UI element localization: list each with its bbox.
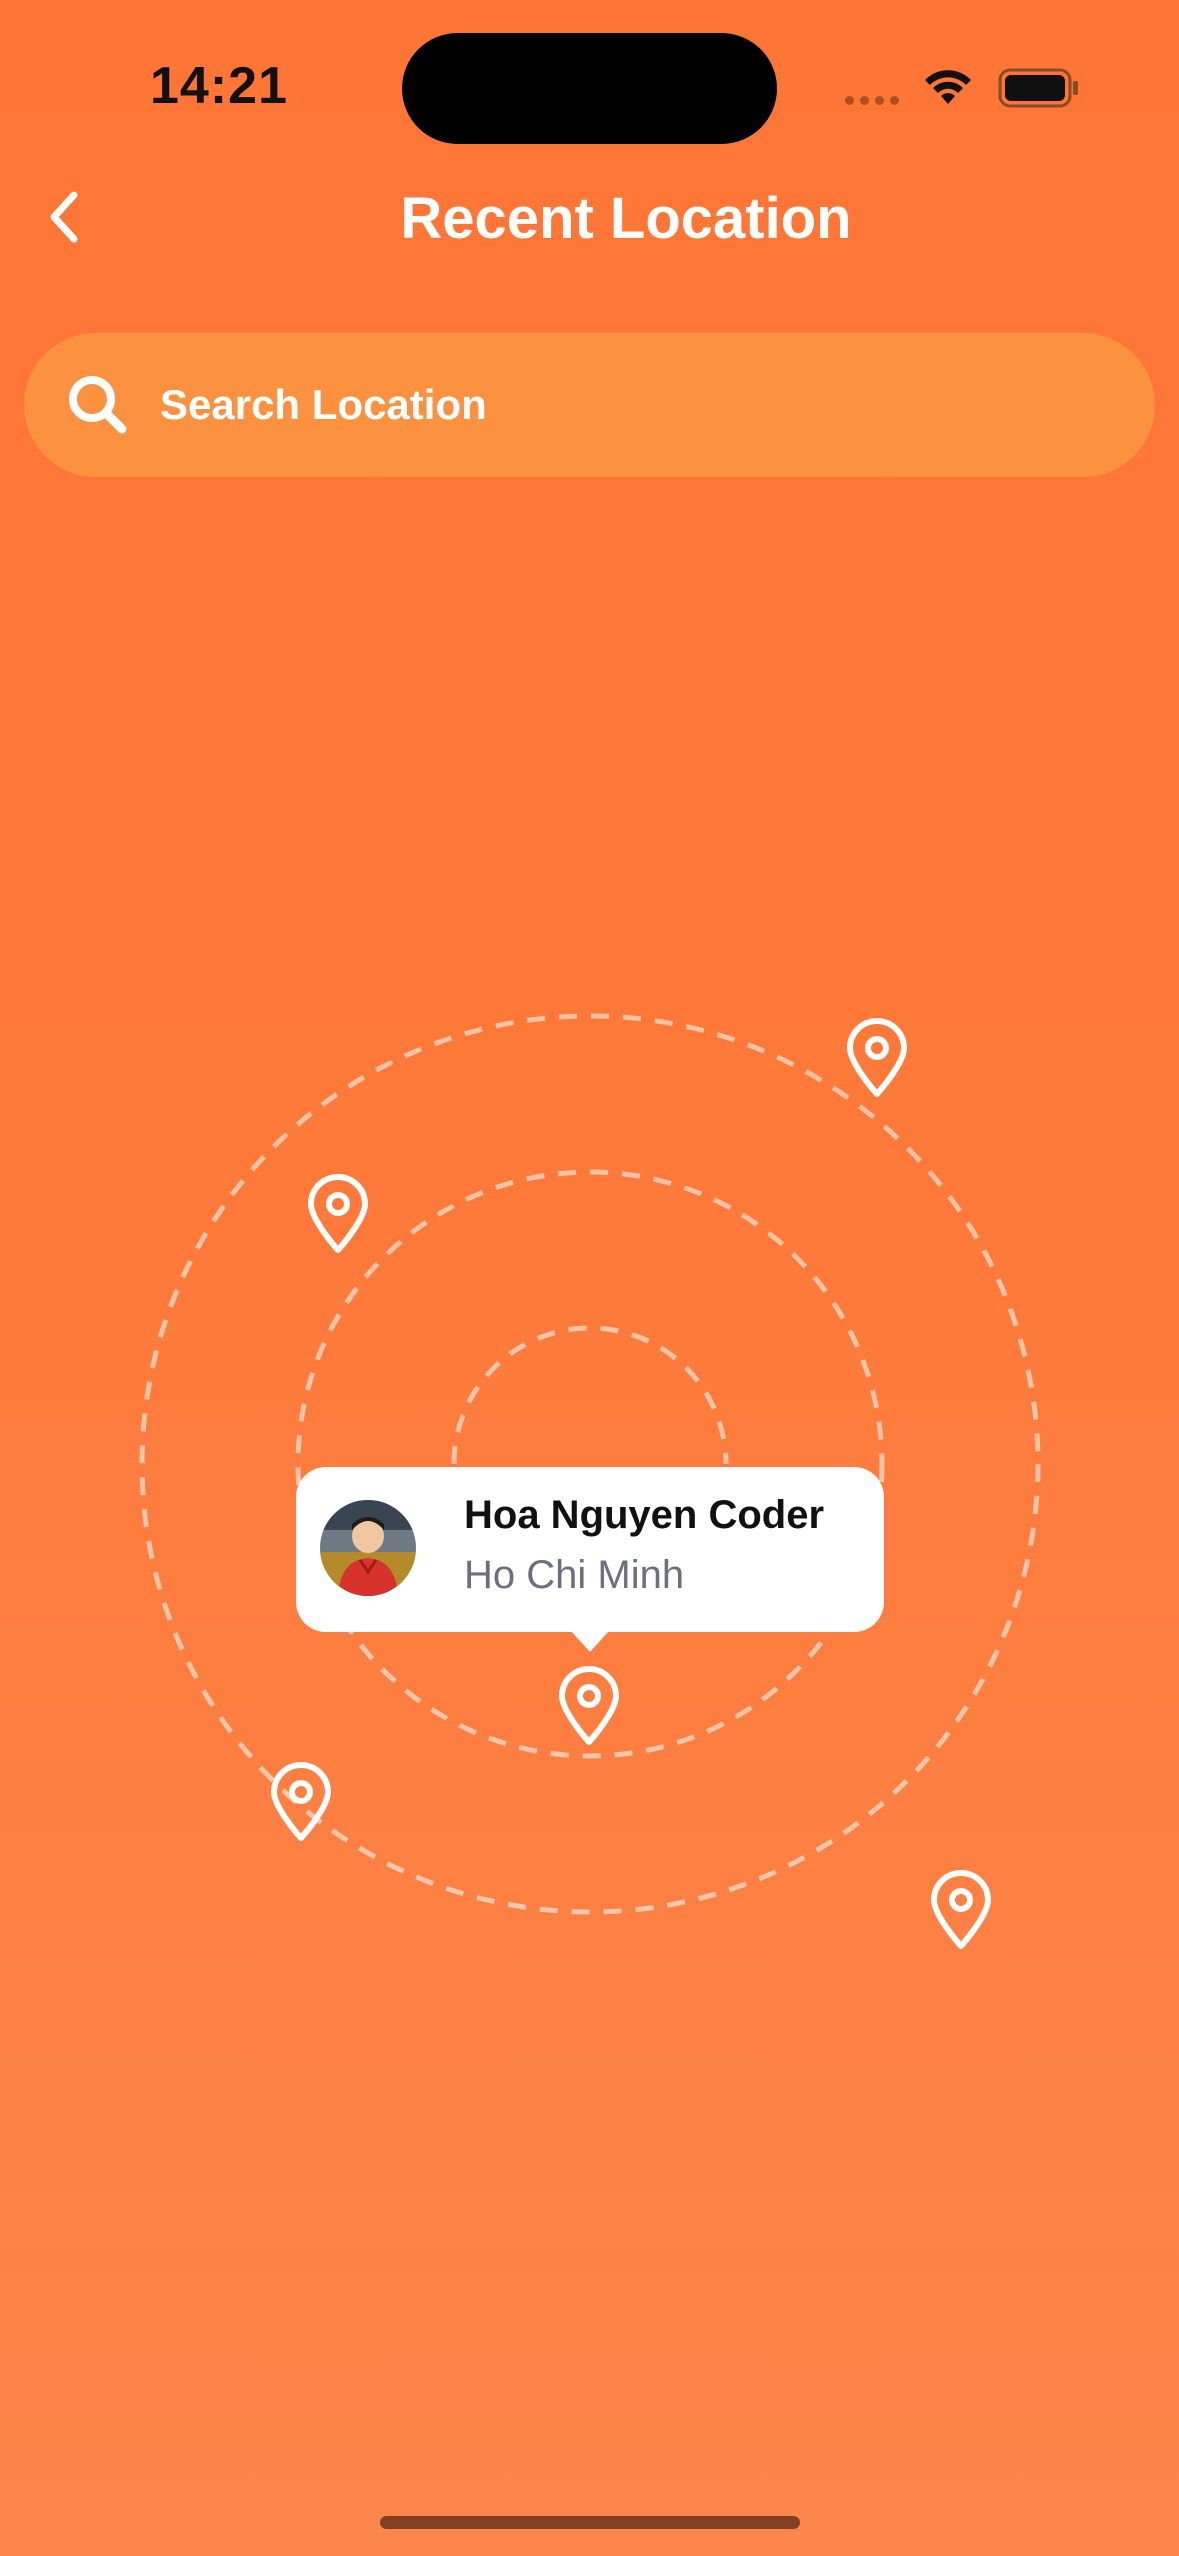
search-input[interactable] [158, 380, 1155, 430]
wifi-icon [922, 66, 974, 111]
page-title: Recent Location [400, 186, 852, 251]
map-pin-2[interactable] [303, 1172, 373, 1256]
map-pin-icon [559, 1666, 619, 1745]
location-callout-card[interactable]: Hoa Nguyen Coder Ho Chi Minh [296, 1467, 884, 1652]
callout-name: Hoa Nguyen Coder [464, 1493, 825, 1537]
map-pin-icon [847, 1018, 907, 1097]
map-pin-1[interactable] [842, 1016, 912, 1100]
status-time: 14:21 [150, 57, 288, 115]
map-pin-icon [271, 1762, 331, 1841]
battery-icon [998, 68, 1080, 113]
callout-location: Ho Chi Minh [464, 1553, 685, 1597]
search-icon [58, 365, 138, 445]
map-pin-4[interactable] [266, 1760, 336, 1844]
radar-ring-inner [451, 1325, 729, 1465]
dynamic-island [402, 33, 777, 144]
map-pin-5[interactable] [926, 1868, 996, 1952]
map-pin-icon [308, 1174, 368, 1253]
back-button[interactable] [36, 184, 92, 254]
map-pin-icon [931, 1870, 991, 1949]
home-indicator[interactable] [380, 2516, 800, 2529]
user-avatar-image [320, 1500, 416, 1596]
chevron-left-icon [44, 189, 84, 250]
search-bar[interactable] [24, 333, 1155, 477]
map-pin-3[interactable] [554, 1664, 624, 1748]
avatar [320, 1500, 416, 1596]
cellular-signal-icon [845, 96, 899, 105]
callout-pointer [570, 1630, 610, 1652]
